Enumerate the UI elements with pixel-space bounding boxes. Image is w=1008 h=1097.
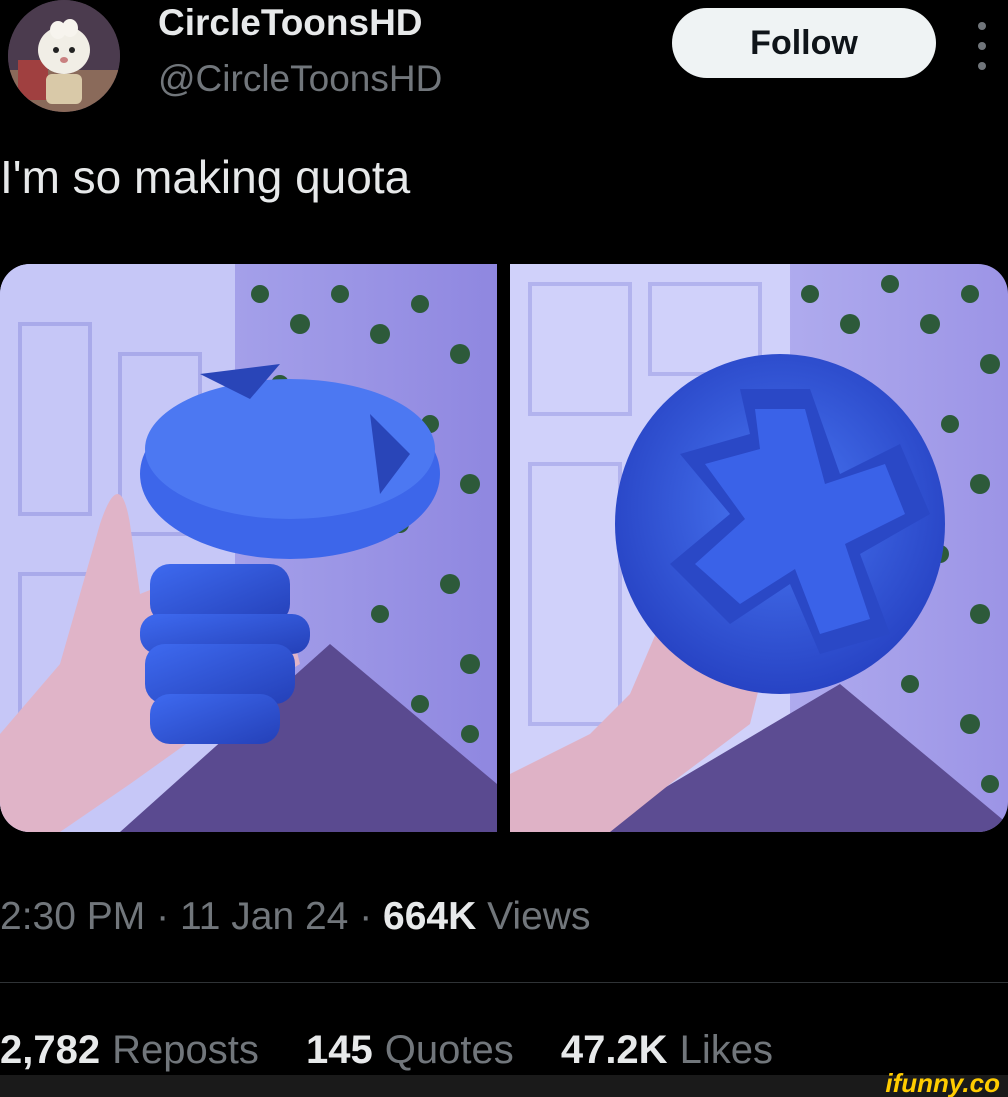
meta-separator: · — [156, 895, 170, 938]
likes-label: Likes — [679, 1028, 773, 1072]
views-label: Views — [487, 895, 591, 938]
avatar-icon — [8, 0, 120, 112]
media-grid — [0, 264, 1008, 832]
tweet-photo-left[interactable] — [0, 264, 497, 832]
tweet-date[interactable]: 11 Jan 24 — [180, 895, 348, 938]
tweet-photo-right[interactable] — [510, 264, 1008, 832]
likes-stat[interactable]: 47.2K Likes — [561, 1028, 773, 1072]
tweet-meta: 2:30 PM · 11 Jan 24 · 664K Views — [0, 895, 590, 939]
quotes-count: 145 — [305, 1028, 373, 1072]
reposts-stat[interactable]: 2,782 Reposts — [0, 1028, 259, 1072]
photo-icon — [510, 264, 1008, 832]
more-dot — [978, 42, 986, 50]
reposts-count: 2,782 — [0, 1028, 101, 1072]
likes-count: 47.2K — [560, 1028, 668, 1072]
more-dot — [978, 62, 986, 70]
watermark-bar — [0, 1075, 1008, 1097]
meta-separator: · — [359, 895, 373, 938]
follow-button[interactable]: Follow — [672, 8, 936, 78]
more-dot — [978, 22, 986, 30]
more-vertical-icon[interactable] — [970, 22, 994, 70]
photo-icon — [0, 264, 497, 832]
quotes-label: Quotes — [384, 1028, 514, 1072]
quotes-stat[interactable]: 145 Quotes — [306, 1028, 514, 1072]
reposts-label: Reposts — [112, 1028, 259, 1072]
author-display-name[interactable]: CircleToonsHD — [158, 2, 423, 44]
divider — [0, 982, 1008, 983]
author-handle[interactable]: @CircleToonsHD — [158, 58, 442, 100]
tweet-screenshot: CircleToonsHD @CircleToonsHD Follow I'm … — [0, 0, 1008, 1097]
tweet-time[interactable]: 2:30 PM — [0, 895, 145, 938]
views-count: 664K — [383, 895, 477, 938]
tweet-stats: 2,782 Reposts 145 Quotes 47.2K Likes — [0, 1028, 809, 1073]
tweet-text: I'm so making quota — [0, 151, 411, 203]
watermark-logo: ifunny.co — [885, 1068, 1000, 1097]
avatar[interactable] — [8, 0, 120, 112]
